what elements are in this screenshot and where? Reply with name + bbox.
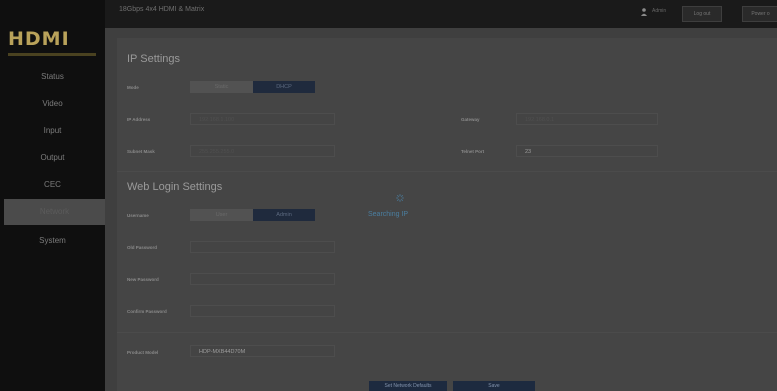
mode-dhcp-toggle[interactable]: DHCP (253, 81, 315, 93)
sidebar-item-network[interactable]: Network (4, 199, 105, 225)
top-bar: 18Gbps 4x4 HDMI & Matrix Admin Log out P… (105, 0, 777, 28)
loading-spinner-icon (396, 194, 404, 202)
device-title: 18Gbps 4x4 HDMI & Matrix (119, 6, 205, 13)
confirm-password-label: Confirm Password (127, 309, 167, 314)
sidebar-item-output[interactable]: Output (0, 145, 105, 171)
username-admin-toggle[interactable]: Admin (253, 209, 315, 221)
confirm-password-field[interactable] (190, 305, 335, 317)
user-icon (641, 8, 647, 16)
username-label: Username (127, 213, 149, 218)
web-login-title: Web Login Settings (127, 181, 223, 193)
sidebar-item-input[interactable]: Input (0, 118, 105, 144)
new-password-field[interactable] (190, 273, 335, 285)
mode-label: Mode (127, 85, 139, 90)
current-user: Admin (652, 8, 667, 14)
old-password-field[interactable] (190, 241, 335, 253)
sidebar: HDMI Status Video Input Output CEC Netwo… (0, 0, 105, 391)
telnet-port-field[interactable]: 23 (516, 145, 658, 157)
ip-address-field[interactable]: 192.168.1.100 (190, 113, 335, 125)
hdmi-logo: HDMI (8, 28, 70, 50)
mode-static-toggle[interactable]: Static (190, 81, 253, 93)
old-password-label: Old Password (127, 245, 158, 250)
searching-ip-status: Searching IP (368, 211, 409, 218)
ip-address-label: IP Address (127, 117, 151, 122)
product-model-label: Product Model (127, 350, 159, 355)
gateway-label: Gateway (461, 117, 480, 122)
gateway-field[interactable]: 192.168.0.1 (516, 113, 658, 125)
logo-underline (8, 53, 96, 56)
section-divider (117, 332, 777, 333)
save-button[interactable]: Save (453, 381, 535, 391)
telnet-port-label: Telnet Port (461, 149, 485, 154)
section-divider (117, 171, 777, 172)
power-off-button[interactable]: Power o (742, 6, 777, 22)
new-password-label: New Password (127, 277, 159, 282)
set-network-defaults-button[interactable]: Set Network Defaults (369, 381, 447, 391)
product-model-field: HDP-MXB44D70M (190, 345, 335, 357)
ip-settings-title: IP Settings (127, 53, 180, 65)
sidebar-item-cec[interactable]: CEC (0, 172, 105, 198)
sidebar-item-video[interactable]: Video (0, 91, 105, 117)
username-user-toggle[interactable]: User (190, 209, 253, 221)
subnet-mask-label: Subnet Mask (127, 149, 155, 154)
sidebar-item-system[interactable]: System (0, 228, 105, 254)
sidebar-item-status[interactable]: Status (0, 64, 105, 90)
subnet-mask-field[interactable]: 255.255.255.0 (190, 145, 335, 157)
logout-button[interactable]: Log out (682, 6, 722, 22)
